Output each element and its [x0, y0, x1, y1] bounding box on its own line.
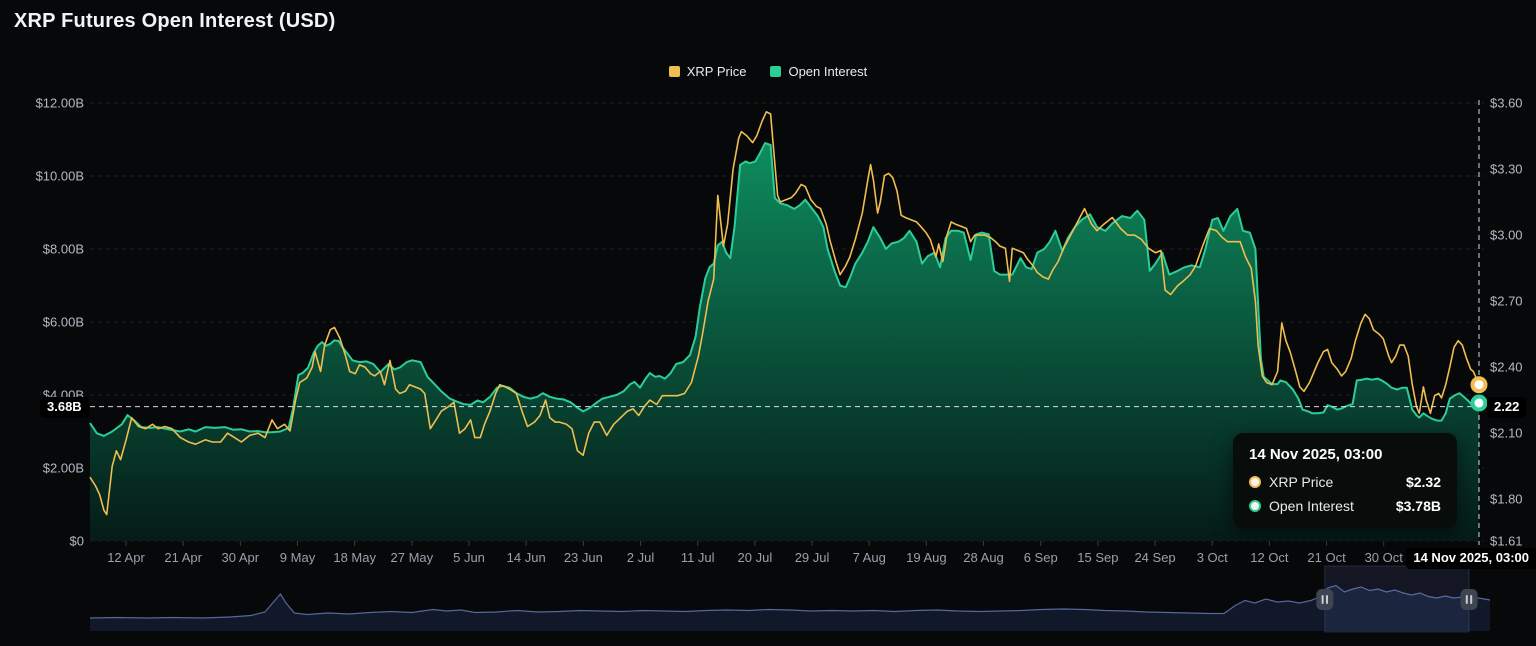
x-axis-label: 29 Jul	[795, 550, 830, 565]
x-axis-label: 14 Jun	[507, 550, 546, 565]
crosshair-date-badge: 14 Nov 2025, 03:00	[1406, 548, 1536, 569]
y-axis-label-right: $3.60	[1490, 96, 1523, 111]
navigator-selection[interactable]	[1325, 566, 1469, 632]
crosshair-right-badge: 2.22	[1487, 397, 1526, 418]
x-axis-label: 30 Apr	[222, 550, 260, 565]
y-axis-label-right: $1.61	[1490, 534, 1523, 549]
crosshair-left-badge: 3.68B	[40, 397, 89, 418]
y-axis-label-right: $2.70	[1490, 294, 1523, 309]
x-axis-label: 18 May	[333, 550, 376, 565]
open-interest-dot-icon	[1249, 500, 1261, 512]
tooltip: 14 Nov 2025, 03:00 XRP Price $2.32 Open …	[1233, 433, 1457, 528]
oi-end-dot	[1473, 397, 1486, 410]
x-axis-label: 23 Jun	[564, 550, 603, 565]
x-axis-label: 6 Sep	[1024, 550, 1058, 565]
x-axis-label: 3 Oct	[1197, 550, 1228, 565]
chart-app: XRP Futures Open Interest (USD) XRP Pric…	[0, 0, 1536, 646]
tooltip-value-xrp-price: $2.32	[1406, 474, 1441, 490]
xrp-price-dot-icon	[1249, 476, 1261, 488]
y-axis-label-right: $2.40	[1490, 360, 1523, 375]
x-axis-label: 30 Oct	[1365, 550, 1404, 565]
x-axis-label: 20 Jul	[738, 550, 773, 565]
x-axis-label: 9 May	[280, 550, 316, 565]
y-axis-label-right: $2.10	[1490, 426, 1523, 441]
tooltip-title: 14 Nov 2025, 03:00	[1249, 446, 1441, 463]
range-navigator[interactable]	[90, 566, 1490, 632]
x-axis-label: 28 Aug	[963, 550, 1004, 565]
tooltip-label-open-interest: Open Interest	[1269, 498, 1354, 514]
x-axis-label: 12 Oct	[1250, 550, 1289, 565]
main-chart[interactable]: $12.00B$10.00B$8.00B$6.00B$4.00B$2.00B$0…	[0, 0, 1536, 646]
y-axis-label-left: $6.00B	[43, 315, 84, 330]
y-axis-label-left: $2.00B	[43, 461, 84, 476]
price-end-dot	[1473, 378, 1486, 391]
x-axis-label: 24 Sep	[1134, 550, 1175, 565]
y-axis-label-left: $10.00B	[36, 169, 84, 184]
x-axis-label: 11 Jul	[681, 550, 715, 565]
navigator-area	[90, 586, 1490, 632]
x-axis-label: 27 May	[391, 550, 434, 565]
x-axis-label: 21 Oct	[1307, 550, 1346, 565]
navigator-handle-left[interactable]	[1316, 589, 1333, 610]
x-axis-label: 5 Jun	[453, 550, 485, 565]
y-axis-label-left: $8.00B	[43, 242, 84, 257]
x-axis-label: 19 Aug	[906, 550, 947, 565]
x-axis-label: 12 Apr	[107, 550, 145, 565]
tooltip-value-open-interest: $3.78B	[1396, 498, 1441, 514]
y-axis-label-right: $3.00	[1490, 228, 1523, 243]
x-axis-label: 2 Jul	[627, 550, 655, 565]
tooltip-row-open-interest: Open Interest $3.78B	[1249, 498, 1441, 514]
y-axis-label-left: $0	[70, 534, 84, 549]
navigator-handle-right[interactable]	[1461, 589, 1478, 610]
y-axis-label-right: $1.80	[1490, 492, 1523, 507]
x-axis-label: 21 Apr	[164, 550, 202, 565]
x-axis-label: 7 Aug	[853, 550, 886, 565]
tooltip-row-xrp-price: XRP Price $2.32	[1249, 474, 1441, 490]
x-axis-label: 15 Sep	[1077, 550, 1118, 565]
y-axis-label-right: $3.30	[1490, 162, 1523, 177]
tooltip-label-xrp-price: XRP Price	[1269, 474, 1333, 490]
y-axis-label-left: $12.00B	[36, 96, 84, 111]
